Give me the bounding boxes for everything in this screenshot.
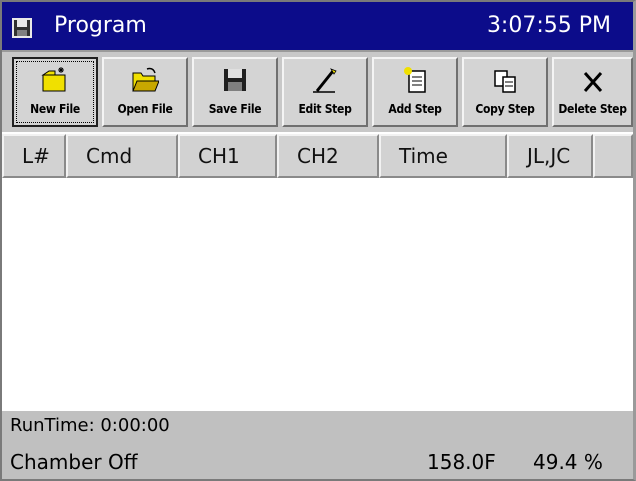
pencil-icon [311, 65, 339, 95]
add-step-button[interactable]: Add Step [372, 57, 458, 127]
delete-step-button[interactable]: Delete Step [552, 57, 633, 127]
copy-icon [491, 65, 519, 95]
window-title: Program [54, 13, 147, 38]
floppy-disk-icon [12, 18, 32, 38]
program-step-list[interactable] [2, 178, 633, 411]
new-file-label: New File [30, 102, 80, 116]
save-file-button[interactable]: Save File [192, 57, 278, 127]
temperature-readout: 158.0F [427, 450, 496, 474]
add-document-icon [401, 65, 429, 95]
column-header-cmd[interactable]: Cmd [66, 134, 178, 178]
runtime-display: RunTime: 0:00:00 [10, 415, 170, 436]
open-folder-icon [131, 65, 160, 95]
x-delete-icon [579, 65, 607, 95]
save-file-label: Save File [208, 102, 262, 116]
new-file-button[interactable]: New File [12, 57, 98, 127]
column-header-time[interactable]: Time [379, 134, 507, 178]
floppy-disk-icon [221, 65, 249, 95]
open-file-button[interactable]: Open File [102, 57, 188, 127]
column-header-line[interactable]: L# [2, 134, 66, 178]
add-step-label: Add Step [388, 102, 442, 116]
delete-step-label: Delete Step [558, 102, 627, 116]
table-header: L# Cmd CH1 CH2 Time JL,JC [2, 134, 633, 178]
toolbar: New File Open File Save File Edit Step A… [2, 50, 633, 132]
status-bar: RunTime: 0:00:00 Chamber Off 158.0F 49.4… [2, 411, 633, 479]
column-header-ch1[interactable]: CH1 [178, 134, 277, 178]
column-header-extra[interactable] [593, 134, 633, 178]
open-file-label: Open File [117, 102, 173, 116]
column-header-jl-jc[interactable]: JL,JC [507, 134, 593, 178]
copy-step-button[interactable]: Copy Step [462, 57, 548, 127]
clock: 3:07:55 PM [486, 13, 611, 38]
edit-step-button[interactable]: Edit Step [282, 57, 368, 127]
column-header-ch2[interactable]: CH2 [277, 134, 379, 178]
edit-step-label: Edit Step [298, 102, 352, 116]
new-file-icon [41, 65, 69, 95]
chamber-status: Chamber Off [10, 450, 138, 474]
copy-step-label: Copy Step [475, 102, 535, 116]
title-bar: Program 3:07:55 PM [2, 2, 633, 50]
humidity-readout: 49.4 % [533, 450, 603, 474]
